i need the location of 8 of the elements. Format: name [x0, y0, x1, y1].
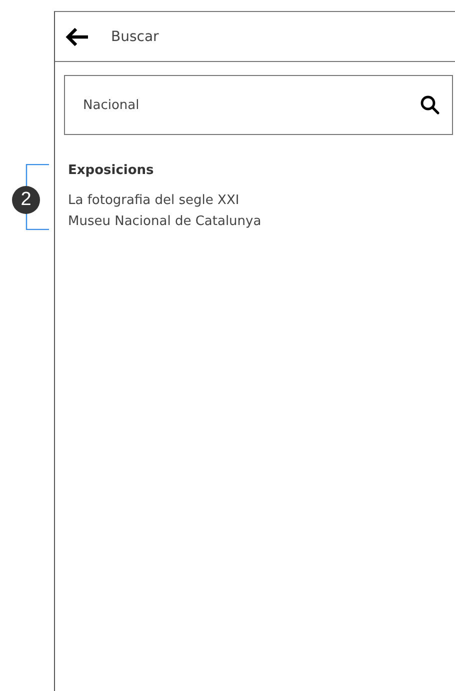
search-field[interactable]: Nacional: [64, 75, 453, 135]
section-heading: Exposicions: [68, 163, 155, 178]
back-arrow-icon[interactable]: [65, 26, 89, 46]
result-title[interactable]: La fotografia del segle XXI: [68, 190, 455, 211]
search-icon[interactable]: [420, 95, 440, 115]
page-title: Buscar: [111, 28, 159, 44]
result-venue: Museu Nacional de Catalunya: [68, 213, 262, 231]
annotation-badge: 2: [12, 186, 40, 214]
